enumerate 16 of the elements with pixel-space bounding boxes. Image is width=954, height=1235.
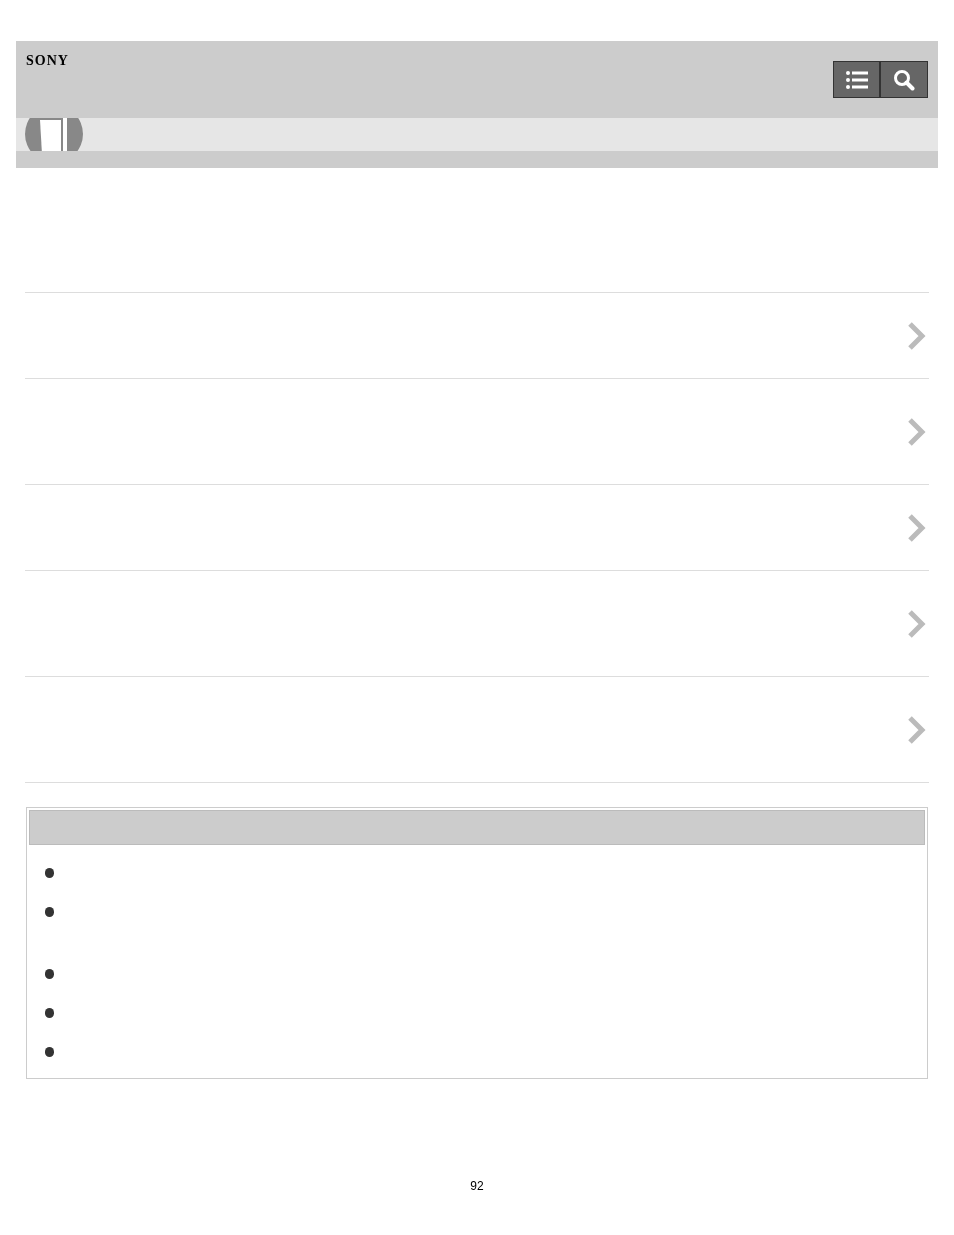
chevron-right-icon [906,320,926,351]
search-button[interactable] [880,61,928,98]
chevron-right-icon [906,714,926,745]
chevron-right-icon [906,608,926,639]
bullet-icon [45,969,54,979]
page-number: 92 [470,1180,484,1192]
chevron-right-icon [906,512,926,543]
bullet-icon [45,1047,54,1057]
contents-list-button[interactable] [833,61,880,98]
bullet-icon [45,868,54,878]
list-icon [844,69,869,90]
brand-logo: SONY [26,54,69,68]
search-icon [893,68,915,91]
bullet-icon [45,907,54,917]
chevron-right-icon [906,416,926,447]
bullet-icon [45,1008,54,1018]
